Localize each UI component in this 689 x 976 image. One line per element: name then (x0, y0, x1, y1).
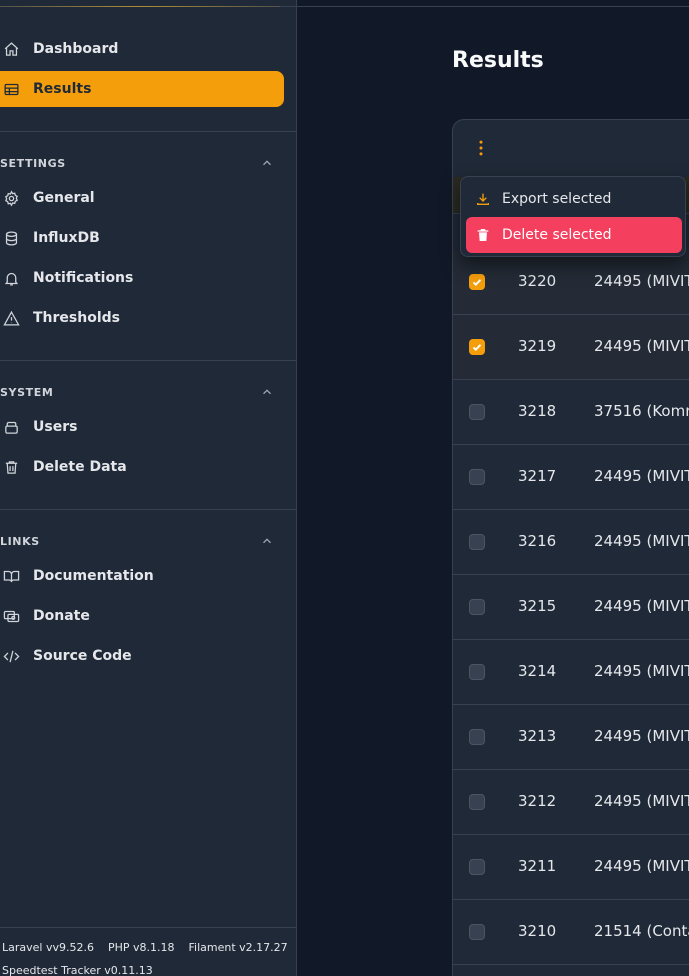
delete-selected-button[interactable]: Delete selected (466, 217, 682, 253)
table-row[interactable]: 3216 24495 (MIVIT (453, 510, 689, 575)
cell-id: 3216 (518, 532, 557, 550)
sidebar-item-thresholds[interactable]: Thresholds (0, 300, 284, 336)
cell-id: 3220 (518, 272, 557, 290)
chevron-up-icon (263, 538, 271, 544)
cell-id: 3214 (518, 662, 557, 680)
cell-server: 24495 (MIVIT (594, 467, 689, 485)
sidebar-item-users[interactable]: Users (0, 409, 284, 445)
laravel-version: Laravel vv9.52.6 (2, 941, 94, 954)
filament-version: Filament v2.17.27 (188, 941, 288, 954)
cell-id: 3213 (518, 727, 557, 745)
cell-id: 3210 (518, 922, 557, 940)
chevron-up-icon (263, 160, 271, 166)
donate-icon (2, 607, 20, 625)
sidebar-item-documentation[interactable]: Documentation (0, 558, 284, 594)
cell-server: 24495 (MIVIT (594, 597, 689, 615)
cell-id: 3219 (518, 337, 557, 355)
table-row[interactable]: 3210 21514 (Contal (453, 900, 689, 965)
row-checkbox[interactable] (469, 534, 485, 550)
chevron-up-icon (263, 389, 271, 395)
sidebar: Dashboard Results SETTINGS General Influ… (0, 0, 297, 976)
cell-id: 3218 (518, 402, 557, 420)
table-row[interactable]: 3220 24495 (MIVIT (453, 250, 689, 315)
cell-id: 3212 (518, 792, 557, 810)
table-icon (2, 80, 20, 98)
table-row[interactable]: 3213 24495 (MIVIT (453, 705, 689, 770)
checkmark-icon (472, 344, 482, 351)
download-icon (475, 191, 491, 207)
cell-server: 24495 (MIVIT (594, 662, 689, 680)
tracker-version: Speedtest Tracker v0.11.13 (2, 964, 153, 976)
cell-server: 24495 (MIVIT (594, 857, 689, 875)
table-row[interactable]: 3211 24495 (MIVIT (453, 835, 689, 900)
table-row[interactable]: 3219 24495 (MIVIT (453, 315, 689, 380)
table-row[interactable]: 3218 37516 (Komro (453, 380, 689, 445)
trash-icon (2, 458, 20, 476)
cell-server: 24495 (MIVIT (594, 337, 689, 355)
page-title: Results (452, 48, 544, 73)
home-icon (2, 40, 20, 58)
cell-server: 24495 (MIVIT (594, 532, 689, 550)
bulk-actions-dropdown: Export selected Delete selected (460, 176, 686, 257)
book-icon (2, 567, 20, 585)
row-checkbox[interactable] (469, 274, 485, 290)
sidebar-item-influxdb[interactable]: InfluxDB (0, 220, 284, 256)
sidebar-item-general[interactable]: General (0, 180, 284, 216)
row-checkbox[interactable] (469, 729, 485, 745)
cog-icon (2, 189, 20, 207)
sidebar-item-delete-data[interactable]: Delete Data (0, 449, 284, 485)
row-checkbox[interactable] (469, 599, 485, 615)
section-system[interactable]: SYSTEM (0, 382, 284, 402)
sidebar-item-source-code[interactable]: Source Code (0, 638, 284, 674)
bulk-actions-button[interactable] (470, 137, 492, 159)
bell-icon (2, 269, 20, 287)
section-settings[interactable]: SETTINGS (0, 153, 284, 173)
row-checkbox[interactable] (469, 664, 485, 680)
checkmark-icon (472, 279, 482, 286)
users-icon (2, 418, 20, 436)
cell-id: 3215 (518, 597, 557, 615)
row-checkbox[interactable] (469, 469, 485, 485)
cell-server: 37516 (Komro (594, 402, 689, 420)
kebab-menu-icon (479, 140, 483, 156)
trash-icon (475, 227, 491, 243)
export-selected-button[interactable]: Export selected (466, 181, 682, 217)
cell-server: 24495 (MIVIT (594, 727, 689, 745)
sidebar-item-donate[interactable]: Donate (0, 598, 284, 634)
table-row[interactable]: 3217 24495 (MIVIT (453, 445, 689, 510)
warning-icon (2, 309, 20, 327)
table-row[interactable]: 3214 24495 (MIVIT (453, 640, 689, 705)
row-checkbox[interactable] (469, 794, 485, 810)
database-icon (2, 229, 20, 247)
row-checkbox[interactable] (469, 339, 485, 355)
topbar (297, 0, 689, 7)
section-links[interactable]: LINKS (0, 531, 284, 551)
cell-server: 24495 (MIVIT (594, 272, 689, 290)
table-row[interactable]: 3212 24495 (MIVIT (453, 770, 689, 835)
cell-id: 3217 (518, 467, 557, 485)
row-checkbox[interactable] (469, 924, 485, 940)
row-checkbox[interactable] (469, 859, 485, 875)
code-icon (2, 647, 20, 665)
version-info: Laravel vv9.52.6 PHP v8.1.18 Filament v2.1… (2, 941, 302, 954)
php-version: PHP v8.1.18 (107, 941, 175, 954)
row-checkbox[interactable] (469, 404, 485, 420)
sidebar-item-notifications[interactable]: Notifications (0, 260, 284, 296)
cell-id: 3211 (518, 857, 557, 875)
table-row[interactable]: 3215 24495 (MIVIT (453, 575, 689, 640)
sidebar-item-dashboard[interactable]: Dashboard (0, 31, 284, 67)
cell-server: 21514 (Contal (594, 922, 689, 940)
sidebar-item-results[interactable]: Results (0, 71, 284, 107)
cell-server: 24495 (MIVIT (594, 792, 689, 810)
